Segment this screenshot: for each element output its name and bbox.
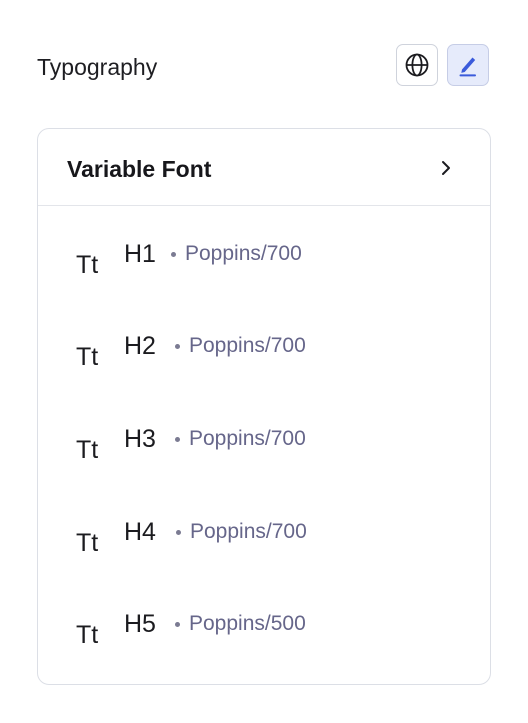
font-level: H2 [124, 332, 156, 360]
separator-dot [175, 622, 180, 627]
font-row-h1[interactable]: Tt H1 Poppins/700 [38, 228, 490, 288]
font-row-h3[interactable]: Tt H3 Poppins/700 [38, 413, 490, 473]
font-meta: Poppins/700 [185, 242, 302, 265]
font-row-h4[interactable]: Tt H4 Poppins/700 [38, 506, 490, 566]
font-level: H1 [124, 240, 156, 268]
font-level: H4 [124, 518, 156, 546]
font-row-h5[interactable]: Tt H5 Poppins/500 [38, 598, 490, 658]
text-type-icon: Tt [76, 621, 99, 649]
pencil-icon [456, 52, 480, 78]
header-actions [396, 44, 489, 86]
separator-dot [171, 252, 176, 257]
variable-font-header[interactable]: Variable Font [38, 129, 490, 206]
typography-header: Typography [37, 44, 489, 88]
font-meta: Poppins/700 [189, 427, 306, 450]
separator-dot [175, 437, 180, 442]
text-type-icon: Tt [76, 436, 99, 464]
font-meta: Poppins/700 [190, 520, 307, 543]
text-type-icon: Tt [76, 251, 99, 279]
font-level: H5 [124, 610, 156, 638]
font-level: H3 [124, 425, 156, 453]
card-title: Variable Font [67, 156, 212, 182]
font-row-h2[interactable]: Tt H2 Poppins/700 [38, 320, 490, 380]
edit-button[interactable] [447, 44, 489, 86]
text-type-icon: Tt [76, 343, 99, 371]
font-meta: Poppins/700 [189, 334, 306, 357]
globe-icon [404, 52, 430, 78]
text-type-icon: Tt [76, 529, 99, 557]
section-title: Typography [37, 54, 158, 80]
font-meta: Poppins/500 [189, 612, 306, 635]
variable-font-card: Variable Font Tt H1 Poppins/700 Tt H2 Po… [37, 128, 491, 685]
separator-dot [176, 530, 181, 535]
separator-dot [175, 344, 180, 349]
globe-button[interactable] [396, 44, 438, 86]
chevron-right-icon [438, 159, 454, 177]
